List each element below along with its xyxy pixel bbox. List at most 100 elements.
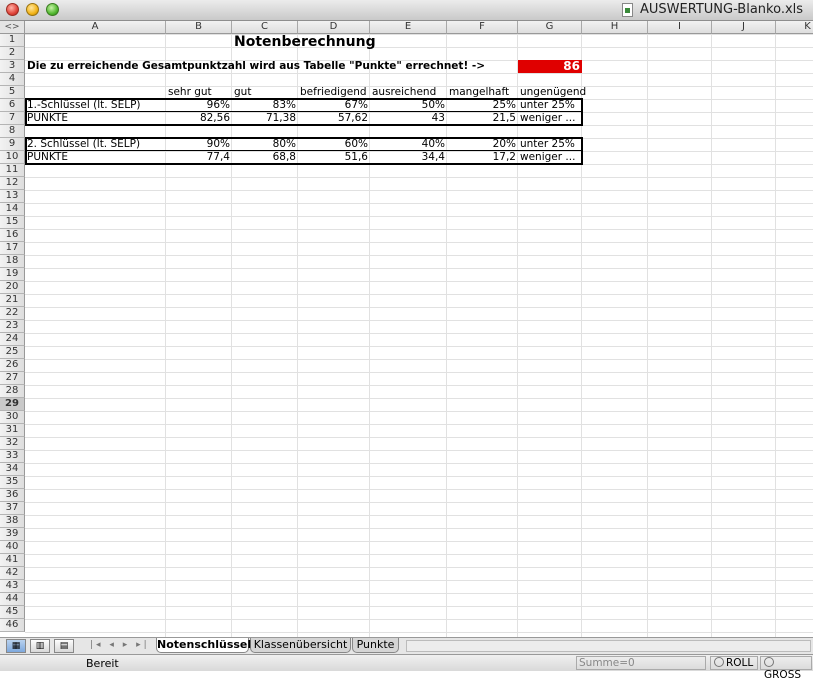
key2-points-label[interactable]: PUNKTE	[25, 151, 166, 164]
row-header-27[interactable]: 27	[0, 372, 25, 385]
key1-points-f[interactable]: 21,5	[447, 112, 518, 125]
row-header-26[interactable]: 26	[0, 359, 25, 372]
sheet-nav-arrows[interactable]: |◂ ◂ ▸ ▸|	[90, 640, 150, 650]
row-header-23[interactable]: 23	[0, 320, 25, 333]
key2-percent-d[interactable]: 60%	[298, 138, 370, 151]
tab-notenschluessel[interactable]: Notenschlüssel	[156, 638, 251, 653]
key2-points-c[interactable]: 68,8	[232, 151, 298, 164]
column-header-g[interactable]: G	[518, 21, 582, 34]
key1-label[interactable]: 1.-Schlüssel (lt. SELP)	[25, 99, 166, 112]
key1-percent-c[interactable]: 83%	[232, 99, 298, 112]
key1-percent-e[interactable]: 50%	[370, 99, 447, 112]
row-header-12[interactable]: 12	[0, 177, 25, 190]
row-header-5[interactable]: 5	[0, 86, 25, 99]
key2-percent-e[interactable]: 40%	[370, 138, 447, 151]
row-header-17[interactable]: 17	[0, 242, 25, 255]
row-header-1[interactable]: 1	[0, 34, 25, 47]
row-header-35[interactable]: 35	[0, 476, 25, 489]
key2-percent-b[interactable]: 90%	[166, 138, 232, 151]
key1-points-b[interactable]: 82,56	[166, 112, 232, 125]
row-header-32[interactable]: 32	[0, 437, 25, 450]
row-header-24[interactable]: 24	[0, 333, 25, 346]
select-all-corner[interactable]: <>	[0, 21, 25, 34]
row-header-46[interactable]: 46	[0, 619, 25, 632]
row-header-29[interactable]: 29	[0, 398, 25, 411]
row-header-39[interactable]: 39	[0, 528, 25, 541]
key2-points-e[interactable]: 34,4	[370, 151, 447, 164]
tab-punkte[interactable]: Punkte	[352, 638, 399, 653]
row-header-21[interactable]: 21	[0, 294, 25, 307]
key1-points-d[interactable]: 57,62	[298, 112, 370, 125]
key2-label[interactable]: 2. Schlüssel (lt. SELP)	[25, 138, 166, 151]
minimize-window-button[interactable]	[26, 3, 39, 16]
row-header-40[interactable]: 40	[0, 541, 25, 554]
page-layout-view-button[interactable]: ▥	[30, 639, 50, 653]
total-points-cell[interactable]: 86	[518, 60, 582, 73]
row-header-31[interactable]: 31	[0, 424, 25, 437]
key1-percent-g[interactable]: unter 25%	[518, 99, 582, 112]
key1-points-e[interactable]: 43	[370, 112, 447, 125]
key1-percent-b[interactable]: 96%	[166, 99, 232, 112]
row-header-36[interactable]: 36	[0, 489, 25, 502]
row-header-34[interactable]: 34	[0, 463, 25, 476]
horizontal-scrollbar[interactable]	[406, 640, 811, 652]
key1-percent-f[interactable]: 25%	[447, 99, 518, 112]
column-header-a[interactable]: A	[25, 21, 166, 34]
key2-percent-g[interactable]: unter 25%	[518, 138, 582, 151]
row-header-7[interactable]: 7	[0, 112, 25, 125]
column-header-b[interactable]: B	[166, 21, 232, 34]
row-header-6[interactable]: 6	[0, 99, 25, 112]
row-header-28[interactable]: 28	[0, 385, 25, 398]
row-header-15[interactable]: 15	[0, 216, 25, 229]
row-header-8[interactable]: 8	[0, 125, 25, 138]
key1-points-c[interactable]: 71,38	[232, 112, 298, 125]
row-header-9[interactable]: 9	[0, 138, 25, 151]
column-header-c[interactable]: C	[232, 21, 298, 34]
row-header-45[interactable]: 45	[0, 606, 25, 619]
page-break-view-button[interactable]: ▤	[54, 639, 74, 653]
row-header-16[interactable]: 16	[0, 229, 25, 242]
key2-points-g[interactable]: weniger ...	[518, 151, 582, 164]
column-header-i[interactable]: I	[648, 21, 712, 34]
column-header-h[interactable]: H	[582, 21, 648, 34]
row-header-18[interactable]: 18	[0, 255, 25, 268]
key2-percent-c[interactable]: 80%	[232, 138, 298, 151]
gesamtpunktzahl-label[interactable]: Die zu erreichende Gesamtpunktzahl wird …	[25, 60, 517, 73]
row-header-14[interactable]: 14	[0, 203, 25, 216]
zoom-window-button[interactable]	[46, 3, 59, 16]
row-header-22[interactable]: 22	[0, 307, 25, 320]
row-header-37[interactable]: 37	[0, 502, 25, 515]
row-header-43[interactable]: 43	[0, 580, 25, 593]
sheet-title[interactable]: Notenberechnung	[232, 34, 376, 51]
column-header-f[interactable]: F	[447, 21, 518, 34]
row-header-3[interactable]: 3	[0, 60, 25, 73]
row-header-11[interactable]: 11	[0, 164, 25, 177]
key1-points-g[interactable]: weniger ...	[518, 112, 582, 125]
column-header-e[interactable]: E	[370, 21, 447, 34]
row-header-42[interactable]: 42	[0, 567, 25, 580]
row-header-10[interactable]: 10	[0, 151, 25, 164]
normal-view-button[interactable]: ▦	[6, 639, 26, 653]
cell-area[interactable]: Notenberechnung Die zu erreichende Gesam…	[25, 34, 813, 658]
row-header-2[interactable]: 2	[0, 47, 25, 60]
key1-percent-d[interactable]: 67%	[298, 99, 370, 112]
row-header-13[interactable]: 13	[0, 190, 25, 203]
row-header-41[interactable]: 41	[0, 554, 25, 567]
tab-klassenuebersicht[interactable]: Klassenübersicht	[250, 638, 351, 653]
key1-points-label[interactable]: PUNKTE	[25, 112, 166, 125]
column-header-k[interactable]: K	[776, 21, 813, 34]
key2-points-d[interactable]: 51,6	[298, 151, 370, 164]
row-header-19[interactable]: 19	[0, 268, 25, 281]
column-header-j[interactable]: J	[712, 21, 776, 34]
row-header-30[interactable]: 30	[0, 411, 25, 424]
key2-percent-f[interactable]: 20%	[447, 138, 518, 151]
row-header-44[interactable]: 44	[0, 593, 25, 606]
row-header-25[interactable]: 25	[0, 346, 25, 359]
key2-points-b[interactable]: 77,4	[166, 151, 232, 164]
row-header-33[interactable]: 33	[0, 450, 25, 463]
close-window-button[interactable]	[6, 3, 19, 16]
key2-points-f[interactable]: 17,2	[447, 151, 518, 164]
column-header-d[interactable]: D	[298, 21, 370, 34]
row-header-38[interactable]: 38	[0, 515, 25, 528]
row-header-4[interactable]: 4	[0, 73, 25, 86]
